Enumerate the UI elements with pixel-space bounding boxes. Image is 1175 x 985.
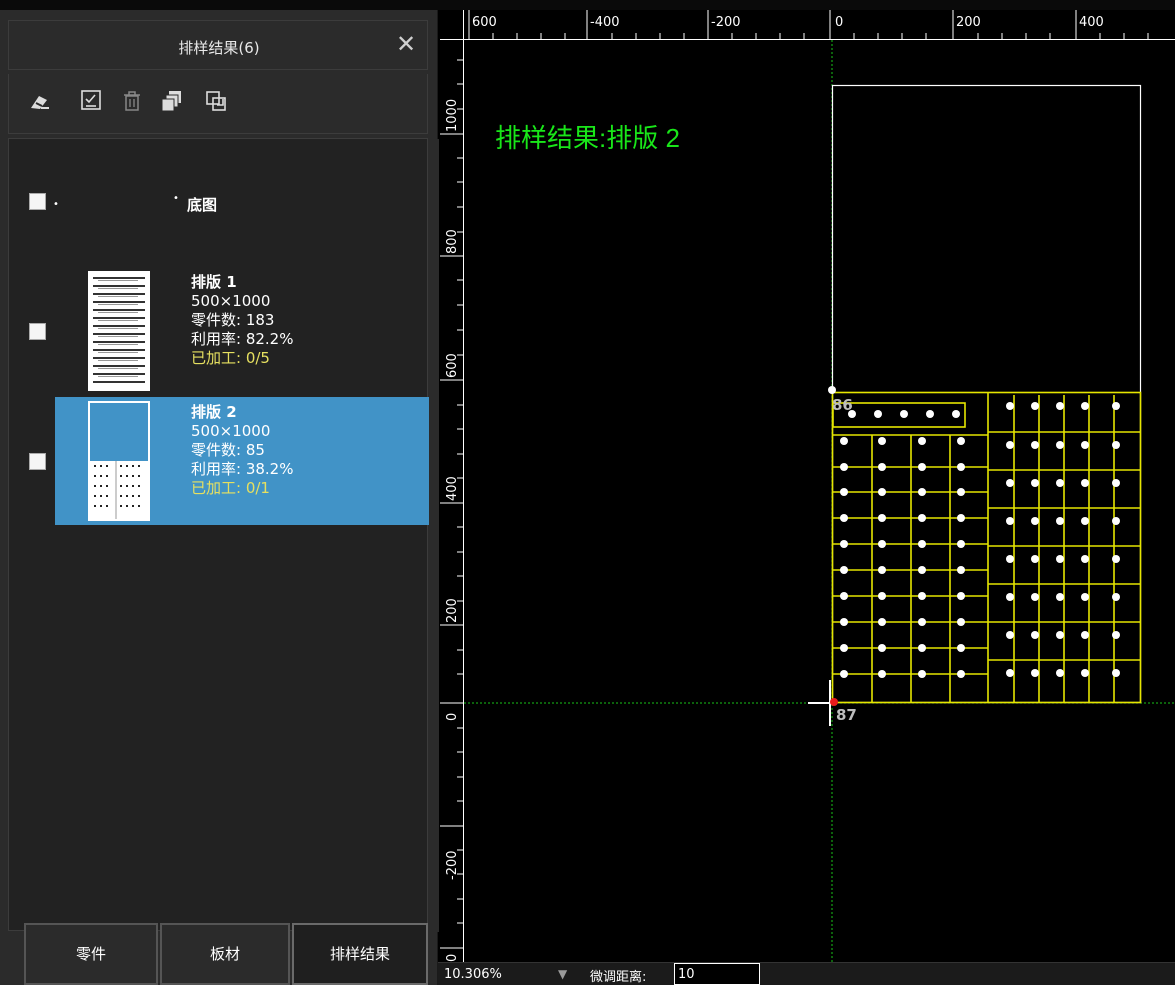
top-strip [0,0,1175,10]
layout-2-info: 排版 2 500×1000 零件数: 85 利用率: 38.2% 已加工: 0/… [191,403,293,498]
status-bar: 10.306% ▼ 微调距离: [438,962,1175,985]
layout-processed: 已加工: 0/5 [191,349,270,367]
canvas-layout-label: 排样结果:排版 2 [495,123,680,153]
base-label: 底图 [187,196,218,214]
layout-1-checkbox[interactable] [29,323,46,340]
panel-title: 排样结果(6) [178,39,260,57]
layout-item-2[interactable]: 排版 2 500×1000 零件数: 85 利用率: 38.2% 已加工: 0/… [55,397,429,525]
nesting-result-panel: 排样结果(6) ✕ • • 底图 排版 1 500×1000 零件数: 183 … [0,10,439,985]
dropdown-arrow-icon[interactable]: ▼ [558,967,567,981]
fine-tune-input[interactable] [674,963,760,985]
app-window: 排样结果(6) ✕ • • 底图 排版 1 500×1000 零件数: 183 … [0,0,1175,985]
bottom-tabs: 零件 板材 排样结果 [8,923,428,985]
ruler-top-label: -200 [711,15,741,30]
layout-size: 500×1000 [191,292,271,310]
ruler-left-label: 0 [445,713,460,721]
result-list: • • 底图 排版 1 500×1000 零件数: 183 利用率: 82.2%… [8,138,439,932]
export-icon[interactable] [203,88,229,114]
tab-nesting-results[interactable]: 排样结果 [292,923,428,985]
layout-processed: 已加工: 0/1 [191,479,270,497]
fine-tune-label: 微调距离: [590,970,647,985]
ruler-top-label: 0 [835,15,843,30]
tab-sheets[interactable]: 板材 [160,923,290,985]
ruler-top: 600 -400 -200 0 200 400 [464,10,1175,40]
close-icon[interactable]: ✕ [393,31,419,57]
tab-parts[interactable]: 零件 [24,923,158,985]
layout-part-count: 零件数: 85 [191,441,265,459]
layout-size: 500×1000 [191,422,271,440]
point-label: 86 [832,396,853,414]
layout-item-1[interactable]: 排版 1 500×1000 零件数: 183 利用率: 82.2% 已加工: 0… [55,267,429,395]
ruler-left-label: 600 [445,353,460,378]
layout-2-checkbox[interactable] [29,453,46,470]
layout-1-thumbnail [88,271,150,391]
tiny-mark: • [53,199,59,210]
toolbar [8,74,428,134]
layout-title: 排版 1 [191,273,237,291]
ruler-top-label: -400 [590,15,620,30]
trash-icon[interactable] [119,88,145,114]
ruler-left: 1000 800 600 400 200 0 -200 0 [440,40,464,962]
layout-title: 排版 2 [191,403,237,421]
eraser-icon[interactable] [27,88,53,114]
copy-stack-icon[interactable] [159,88,185,114]
zoom-level: 10.306% [444,967,502,982]
layout-part-count: 零件数: 183 [191,311,275,329]
checklist-icon[interactable] [79,88,105,114]
list-scrollbar[interactable] [433,139,439,932]
ruler-left-label: -200 [445,850,460,880]
point-label: 87 [836,706,857,724]
tiny-mark: • [173,193,179,204]
ruler-left-label: 1000 [445,99,460,132]
ruler-left-label: 400 [445,476,460,501]
drawing-area[interactable] [464,40,1175,962]
ruler-left-label: 200 [445,598,460,623]
base-checkbox[interactable] [29,193,46,210]
layout-1-info: 排版 1 500×1000 零件数: 183 利用率: 82.2% 已加工: 0… [191,273,293,368]
layout-usage: 利用率: 38.2% [191,460,294,478]
ruler-corner [440,10,464,40]
ruler-left-label: 800 [445,229,460,254]
ruler-top-label: 600 [472,15,497,30]
ruler-top-label: 200 [956,15,981,30]
drawing-canvas[interactable]: 600 -400 -200 0 200 400 1000 800 600 400… [440,10,1175,962]
panel-header: 排样结果(6) ✕ [8,20,428,70]
ruler-left-label: 0 [445,954,460,962]
layout-usage: 利用率: 82.2% [191,330,294,348]
layout-2-thumbnail [88,401,150,521]
ruler-top-label: 400 [1079,15,1104,30]
